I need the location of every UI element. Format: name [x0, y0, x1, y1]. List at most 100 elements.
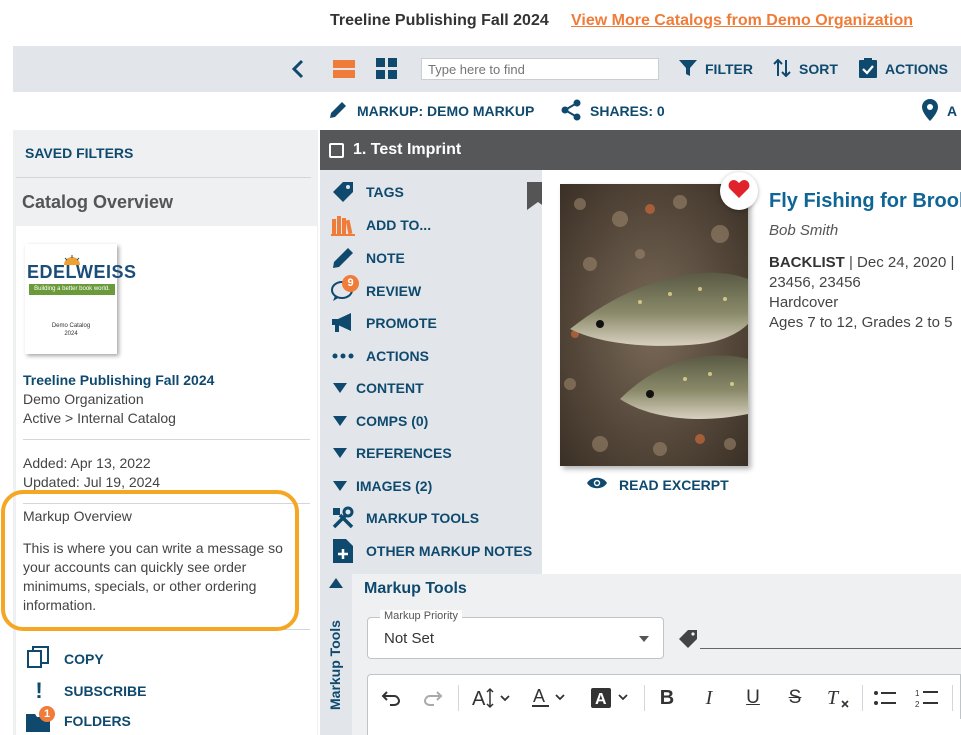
tags-action[interactable]: TAGS: [330, 177, 404, 207]
numbered-list-icon[interactable]: 12: [913, 675, 941, 721]
references-label: REFERENCES: [356, 445, 452, 461]
content-toggle[interactable]: CONTENT: [330, 373, 424, 403]
strikethrough-icon[interactable]: S: [782, 675, 808, 721]
highlight-color-icon[interactable]: A: [586, 675, 634, 721]
review-action[interactable]: 9 REVIEW: [330, 275, 421, 306]
cover-caption: Demo Catalog 2024: [25, 322, 117, 338]
images-toggle[interactable]: IMAGES (2): [330, 471, 432, 501]
note-add-icon: [330, 539, 356, 563]
references-toggle[interactable]: REFERENCES: [330, 438, 452, 468]
collapse-up-icon[interactable]: [329, 578, 343, 588]
markup-editor-body[interactable]: [367, 719, 961, 735]
exclamation-icon: !: [35, 678, 43, 703]
catalog-overview-card: EDELWEISS Building a better book world. …: [16, 226, 317, 735]
view-more-catalogs-link[interactable]: View More Catalogs from Demo Organizatio…: [571, 12, 913, 30]
left-sidebar: SAVED FILTERS Catalog Overview EDELWEISS…: [13, 130, 318, 735]
book-ages: Ages 7 to 12, Grades 2 to 5: [769, 314, 953, 331]
other-markup-notes-action[interactable]: OTHER MARKUP NOTES: [330, 536, 532, 566]
font-size-icon[interactable]: A: [468, 675, 518, 721]
markup-priority-value: Not Set: [384, 630, 435, 647]
sort-label: SORT: [799, 61, 838, 77]
book-title-link[interactable]: Fly Fishing for Brook: [769, 190, 961, 213]
font-color-icon[interactable]: A: [528, 675, 572, 721]
saved-filters-link[interactable]: SAVED FILTERS: [25, 145, 133, 161]
markup-priority-select[interactable]: Markup Priority Not Set: [367, 610, 664, 659]
chevron-left-icon[interactable]: [287, 46, 309, 92]
subscribe-button[interactable]: ! SUBSCRIBE: [26, 678, 146, 704]
cover-tagline: Building a better book world.: [29, 284, 115, 295]
clear-format-icon[interactable]: T: [823, 675, 853, 721]
add-to-action[interactable]: ADD TO...: [330, 210, 431, 240]
svg-text:2: 2: [915, 700, 920, 708]
filter-icon: [679, 59, 697, 80]
read-excerpt-button[interactable]: READ EXCERPT: [587, 476, 729, 493]
catalog-title: Treeline Publishing Fall 2024: [330, 12, 549, 29]
tag-icon: [678, 629, 698, 654]
toolbar: FILTER SORT ACTIONS: [13, 46, 961, 92]
note-label: NOTE: [366, 250, 405, 266]
sort-button[interactable]: SORT: [773, 46, 838, 92]
imprint-checkbox[interactable]: [329, 142, 344, 158]
tag-input[interactable]: [700, 648, 961, 649]
underline-icon[interactable]: U: [740, 675, 766, 721]
catalog-overview-title: Catalog Overview: [22, 192, 174, 212]
markup-tools-tab-label: Markup Tools: [327, 620, 343, 710]
megaphone-icon: [330, 312, 356, 334]
favorite-button[interactable]: [720, 172, 758, 210]
bullet-list-icon[interactable]: [871, 675, 899, 721]
copy-icon: [26, 645, 52, 672]
caret-down-icon: [330, 448, 350, 458]
filter-label: FILTER: [705, 61, 753, 77]
read-excerpt-label: READ EXCERPT: [619, 476, 729, 493]
catalog-status: Active > Internal Catalog: [23, 410, 176, 426]
imprint-label: 1. Test Imprint: [353, 141, 462, 158]
markup-tools-tab[interactable]: Markup Tools: [320, 574, 352, 735]
comps-label: COMPS (0): [356, 413, 429, 429]
italic-icon[interactable]: I: [696, 675, 722, 721]
actions-button[interactable]: ACTIONS: [859, 46, 948, 92]
editor-toolbar: A A A B I U S T 12: [367, 674, 961, 720]
added-date: Added: Apr 13, 2022: [23, 455, 151, 471]
grid-view-icon[interactable]: [375, 46, 399, 92]
list-view-icon[interactable]: [332, 46, 356, 92]
markup-tools-title: Markup Tools: [364, 580, 467, 597]
other-markup-notes-label: OTHER MARKUP NOTES: [366, 543, 533, 559]
caret-down-icon: [330, 383, 350, 393]
svg-text:A: A: [595, 691, 607, 708]
markup-selector[interactable]: MARKUP: DEMO MARKUP: [328, 92, 534, 130]
folders-label: FOLDERS: [64, 713, 131, 729]
shares-button[interactable]: SHARES: 0: [561, 92, 665, 130]
location-button[interactable]: A: [922, 92, 957, 130]
undo-icon[interactable]: [378, 675, 404, 721]
redo-icon[interactable]: [420, 675, 446, 721]
cover-caption-line1: Demo Catalog: [51, 323, 91, 329]
folders-badge: 1: [39, 706, 55, 722]
catalog-org: Demo Organization: [23, 391, 144, 407]
product-detail: READ EXCERPT Fly Fishing for Brook Bob S…: [542, 170, 961, 574]
divider: [16, 177, 311, 178]
actions-label: ACTIONS: [885, 61, 948, 77]
book-status-line: BACKLIST | Dec 24, 2020 |: [769, 254, 954, 271]
promote-action[interactable]: PROMOTE: [330, 308, 437, 338]
catalog-name-link[interactable]: Treeline Publishing Fall 2024: [23, 372, 214, 388]
actions-action[interactable]: ACTIONS: [330, 341, 429, 371]
folder-icon: 1: [26, 706, 55, 732]
copy-button[interactable]: COPY: [26, 645, 104, 672]
location-label: A: [947, 103, 958, 119]
filter-button[interactable]: FILTER: [679, 46, 753, 92]
bold-icon[interactable]: B: [654, 675, 680, 721]
subscribe-label: SUBSCRIBE: [64, 683, 147, 699]
folders-button[interactable]: 1 FOLDERS: [26, 706, 131, 732]
catalog-cover[interactable]: EDELWEISS Building a better book world. …: [25, 244, 136, 354]
pencil-icon: [328, 100, 348, 123]
markup-row: MARKUP: DEMO MARKUP SHARES: 0 A: [320, 92, 961, 130]
markup-tools-action[interactable]: MARKUP TOOLS: [330, 503, 479, 533]
images-label: IMAGES (2): [356, 478, 433, 494]
comps-toggle[interactable]: COMPS (0): [330, 406, 428, 436]
markup-tools-label: MARKUP TOOLS: [366, 510, 480, 526]
note-action[interactable]: NOTE: [330, 243, 405, 273]
shares-label: SHARES: 0: [590, 103, 665, 119]
search-input[interactable]: [421, 58, 659, 80]
ellipsis-icon: [330, 353, 356, 359]
book-cover-image[interactable]: [560, 184, 748, 466]
